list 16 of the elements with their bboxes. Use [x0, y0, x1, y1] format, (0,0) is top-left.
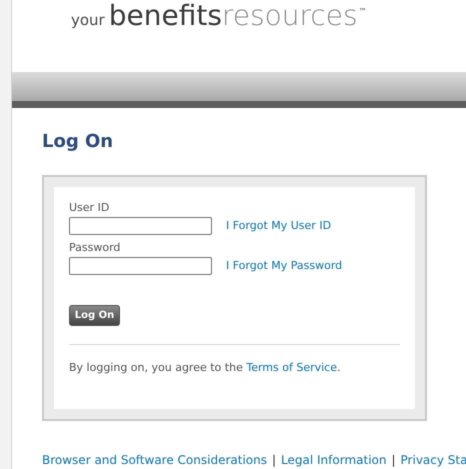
terms-link[interactable]: Terms of Service: [246, 361, 337, 374]
footer-link[interactable]: Privacy Sta: [400, 451, 466, 469]
log-on-button[interactable]: Log On: [69, 305, 120, 326]
page-title: Log On: [42, 130, 114, 154]
forgot-link[interactable]: I Forgot My Password: [226, 258, 342, 274]
footer-link[interactable]: Browser and Software Considerations: [42, 451, 267, 469]
agreement-text: By logging on, you agree to the Terms of Service.: [69, 360, 342, 376]
field-label: User ID: [69, 201, 110, 215]
field-label: Password: [69, 241, 122, 255]
logo: your benefitsresources™: [71, 2, 367, 30]
footer-link[interactable]: Legal Information: [281, 451, 386, 469]
text-field[interactable]: [69, 217, 212, 235]
link-separator: |: [391, 452, 396, 469]
text-field[interactable]: [69, 257, 212, 275]
link-separator: |: [272, 452, 276, 469]
forgot-link[interactable]: I Forgot My User ID: [226, 218, 332, 234]
